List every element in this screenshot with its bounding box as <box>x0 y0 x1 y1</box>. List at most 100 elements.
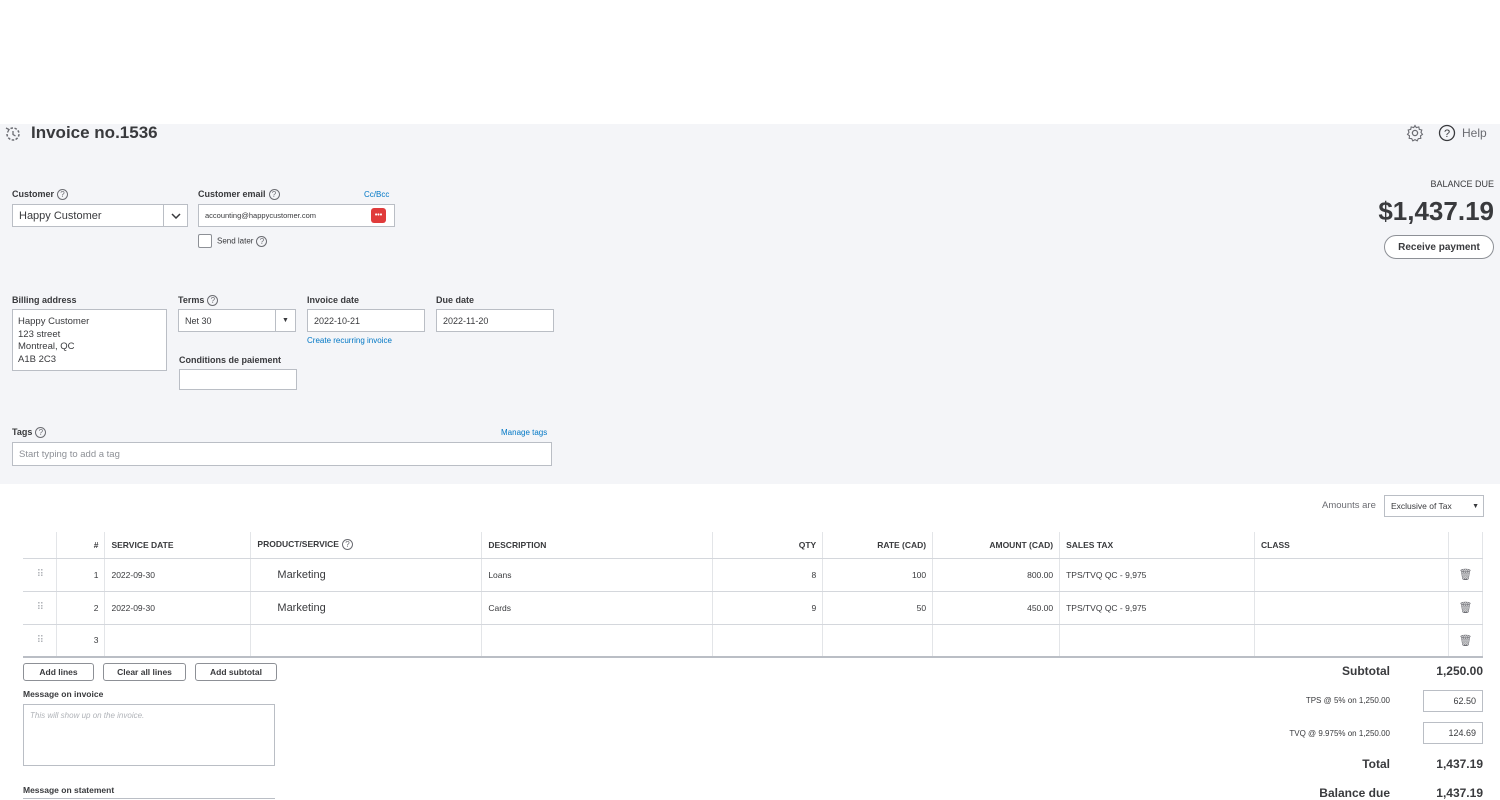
password-manager-icon[interactable]: ••• <box>371 208 386 223</box>
product-cell[interactable]: Marketing <box>250 558 483 592</box>
service-date-cell[interactable]: 2022-09-30 <box>104 591 252 625</box>
info-icon[interactable]: ? <box>256 236 268 247</box>
info-icon[interactable]: ? <box>341 539 353 551</box>
clear-all-lines-button[interactable]: Clear all lines <box>103 663 186 681</box>
col-description: DESCRIPTION <box>481 532 714 559</box>
product-cell[interactable]: Marketing <box>250 591 483 625</box>
balance-due-footer-label: Balance due <box>1319 786 1390 800</box>
customer-value: Happy Customer <box>19 209 102 222</box>
amount-cell[interactable] <box>932 624 1061 658</box>
trash-icon[interactable]: 🗑 <box>1448 591 1484 625</box>
customer-email-field[interactable]: accounting@happycustomer.com ••• <box>198 204 395 227</box>
due-date-field[interactable]: 2022-11-20 <box>436 309 554 332</box>
actions-column-header <box>1448 532 1484 559</box>
manage-tags-link[interactable]: Manage tags <box>501 428 547 437</box>
rate-cell[interactable] <box>822 624 934 658</box>
drag-handle-icon[interactable]: ⠿ <box>23 591 58 625</box>
invoice-date-label: Invoice date <box>307 295 360 305</box>
tps-field[interactable]: 62.50 <box>1423 690 1483 712</box>
caret-down-icon[interactable]: ▼ <box>275 310 295 331</box>
caret-down-icon: ▼ <box>1472 502 1479 510</box>
qty-cell[interactable] <box>712 624 824 658</box>
amounts-are-label: Amounts are <box>1322 500 1376 511</box>
terms-value: Net 30 <box>185 315 212 326</box>
balance-due-label: BALANCE DUE <box>1430 179 1494 189</box>
description-cell[interactable]: Loans <box>481 558 714 592</box>
trash-icon[interactable]: 🗑 <box>1448 624 1484 658</box>
amounts-are-select[interactable]: Exclusive of Tax ▼ <box>1384 495 1484 517</box>
create-recurring-invoice-link[interactable]: Create recurring invoice <box>307 336 392 345</box>
terms-select[interactable]: Net 30 ▼ <box>178 309 296 332</box>
table-row[interactable]: ⠿ 1 2022-09-30 Marketing Loans 8 100 800… <box>23 558 1484 592</box>
drag-handle-icon[interactable]: ⠿ <box>23 558 58 592</box>
description-cell[interactable] <box>481 624 714 658</box>
description-cell[interactable]: Cards <box>481 591 714 625</box>
row-num: 3 <box>56 624 106 658</box>
help-icon[interactable]: ? <box>1438 124 1456 142</box>
table-row[interactable]: ⠿ 3 🗑 <box>23 624 1484 658</box>
help-label[interactable]: Help <box>1462 126 1487 140</box>
row-num: 1 <box>56 558 106 592</box>
gear-icon[interactable] <box>1406 124 1424 142</box>
billing-address-line: Happy Customer <box>18 316 90 327</box>
sales-tax-cell[interactable] <box>1059 624 1256 658</box>
tags-label: Tags? <box>12 427 47 439</box>
qty-cell[interactable]: 9 <box>712 591 824 625</box>
top-blank-area <box>0 0 1500 124</box>
amounts-are-value: Exclusive of Tax <box>1391 501 1452 511</box>
class-cell[interactable] <box>1254 624 1449 658</box>
customer-select[interactable]: Happy Customer <box>12 204 188 227</box>
total-value: 1,437.19 <box>1436 757 1483 771</box>
due-date-label: Due date <box>436 295 475 305</box>
sales-tax-cell[interactable]: TPS/TVQ QC - 9,975 <box>1059 591 1256 625</box>
conditions-label: Conditions de paiement <box>179 355 282 365</box>
info-icon[interactable]: ? <box>35 427 47 439</box>
billing-address-field[interactable]: Happy Customer 123 street Montreal, QC A… <box>12 309 167 371</box>
service-date-cell[interactable] <box>104 624 252 658</box>
invoice-date-field[interactable]: 2022-10-21 <box>307 309 425 332</box>
sales-tax-cell[interactable]: TPS/TVQ QC - 9,975 <box>1059 558 1256 592</box>
trash-icon[interactable]: 🗑 <box>1448 558 1484 592</box>
class-cell[interactable] <box>1254 591 1449 625</box>
table-row[interactable]: ⠿ 2 2022-09-30 Marketing Cards 9 50 450.… <box>23 591 1484 625</box>
class-cell[interactable] <box>1254 558 1449 592</box>
customer-email-label: Customer email? <box>198 189 280 201</box>
billing-address-label: Billing address <box>12 295 77 305</box>
message-invoice-field[interactable]: This will show up on the invoice. <box>23 704 275 766</box>
line-items-table: # SERVICE DATE PRODUCT/SERVICE? DESCRIPT… <box>23 532 1484 658</box>
history-icon[interactable] <box>4 125 22 143</box>
info-icon[interactable]: ? <box>207 295 219 307</box>
rate-cell[interactable]: 100 <box>822 558 934 592</box>
cc-bcc-link[interactable]: Cc/Bcc <box>364 190 389 199</box>
col-product: PRODUCT/SERVICE? <box>250 532 483 559</box>
col-qty: QTY <box>712 532 824 559</box>
balance-due-amount: $1,437.19 <box>1378 196 1494 226</box>
total-label: Total <box>1362 757 1390 771</box>
info-icon[interactable]: ? <box>268 189 280 201</box>
conditions-field[interactable] <box>179 369 297 390</box>
amount-cell[interactable]: 450.00 <box>932 591 1061 625</box>
tvq-field[interactable]: 124.69 <box>1423 722 1483 744</box>
tags-input[interactable]: Start typing to add a tag <box>12 442 552 466</box>
invoice-header-panel <box>0 124 1500 484</box>
add-lines-button[interactable]: Add lines <box>23 663 94 681</box>
billing-address-line: A1B 2C3 <box>18 353 57 365</box>
info-icon[interactable]: ? <box>57 189 69 201</box>
send-later-checkbox[interactable] <box>198 234 212 248</box>
tvq-label: TVQ @ 9.975% on 1,250.00 <box>1289 729 1390 738</box>
rate-cell[interactable]: 50 <box>822 591 934 625</box>
customer-label: Customer? <box>12 189 69 201</box>
receive-payment-button[interactable]: Receive payment <box>1384 235 1494 259</box>
col-sales-tax: SALES TAX <box>1059 532 1256 559</box>
col-service-date: SERVICE DATE <box>104 532 252 559</box>
product-cell[interactable] <box>250 624 483 658</box>
service-date-cell[interactable]: 2022-09-30 <box>104 558 252 592</box>
amount-cell[interactable]: 800.00 <box>932 558 1061 592</box>
add-subtotal-button[interactable]: Add subtotal <box>195 663 277 681</box>
tps-label: TPS @ 5% on 1,250.00 <box>1305 696 1390 705</box>
customer-email-value: accounting@happycustomer.com <box>205 211 317 220</box>
drag-handle-icon[interactable]: ⠿ <box>23 624 58 658</box>
message-statement-label: Message on statement <box>23 785 115 795</box>
qty-cell[interactable]: 8 <box>712 558 824 592</box>
chevron-down-icon[interactable] <box>163 205 187 226</box>
